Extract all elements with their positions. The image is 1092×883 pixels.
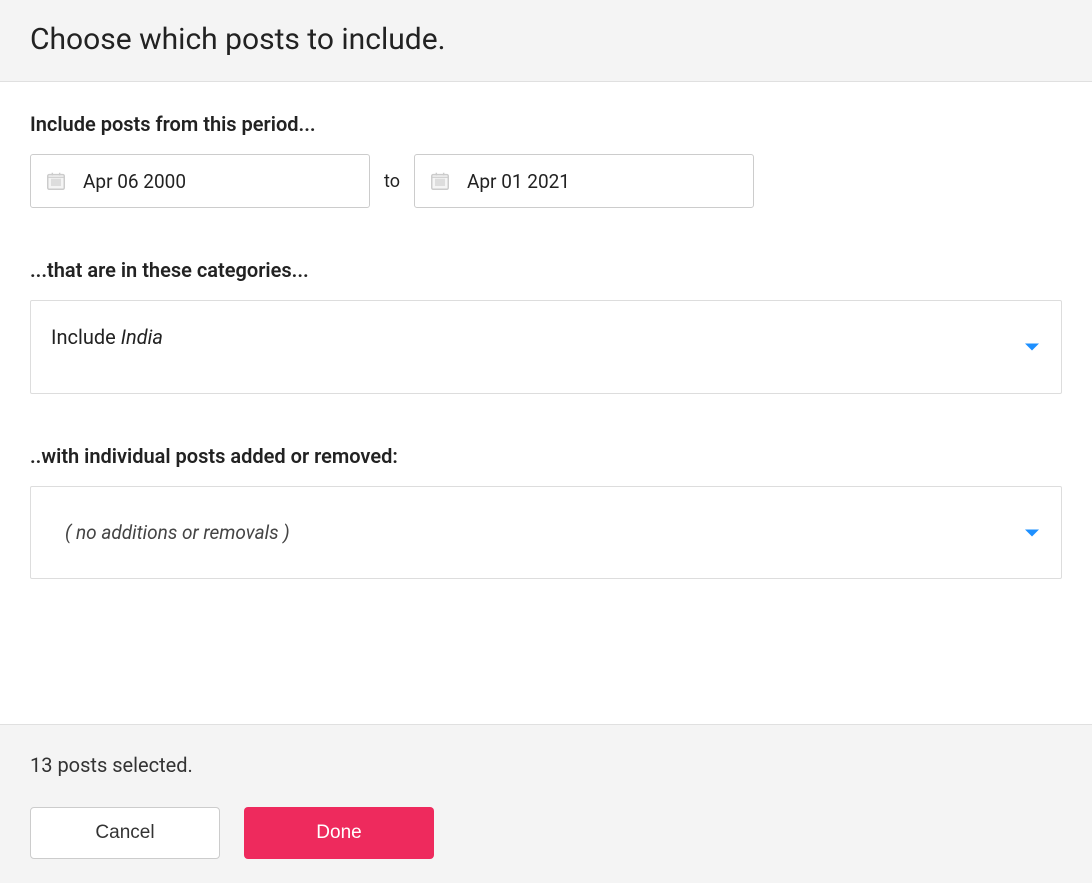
dialog-content: Include posts from this period... Apr 06… [0, 82, 1092, 619]
done-button[interactable]: Done [244, 807, 434, 859]
calendar-icon [429, 170, 451, 192]
date-range-row: Apr 06 2000 to Apr 01 2021 [30, 154, 1062, 208]
chevron-down-icon [1025, 344, 1039, 351]
to-label: to [384, 171, 400, 192]
chevron-down-icon [1025, 529, 1039, 536]
categories-dropdown-text: Include India [51, 325, 163, 349]
period-label: Include posts from this period... [30, 112, 1062, 136]
from-date-input[interactable]: Apr 06 2000 [30, 154, 370, 208]
from-date-text: Apr 06 2000 [83, 170, 186, 193]
cancel-button[interactable]: Cancel [30, 807, 220, 859]
categories-prefix: Include [51, 325, 121, 349]
footer-buttons: Cancel Done [30, 807, 1062, 859]
individual-label: ..with individual posts added or removed… [30, 444, 1062, 468]
calendar-icon [45, 170, 67, 192]
to-date-text: Apr 01 2021 [467, 170, 570, 193]
categories-dropdown[interactable]: Include India [30, 300, 1062, 394]
dialog-title: Choose which posts to include. [30, 22, 1062, 57]
categories-value: India [121, 325, 163, 349]
categories-label: ...that are in these categories... [30, 258, 1062, 282]
individual-dropdown-text: ( no additions or removals ) [51, 521, 290, 544]
selection-status: 13 posts selected. [30, 753, 1062, 777]
to-date-input[interactable]: Apr 01 2021 [414, 154, 754, 208]
dialog-footer: 13 posts selected. Cancel Done [0, 724, 1092, 883]
individual-dropdown[interactable]: ( no additions or removals ) [30, 486, 1062, 579]
dialog-header: Choose which posts to include. [0, 0, 1092, 82]
